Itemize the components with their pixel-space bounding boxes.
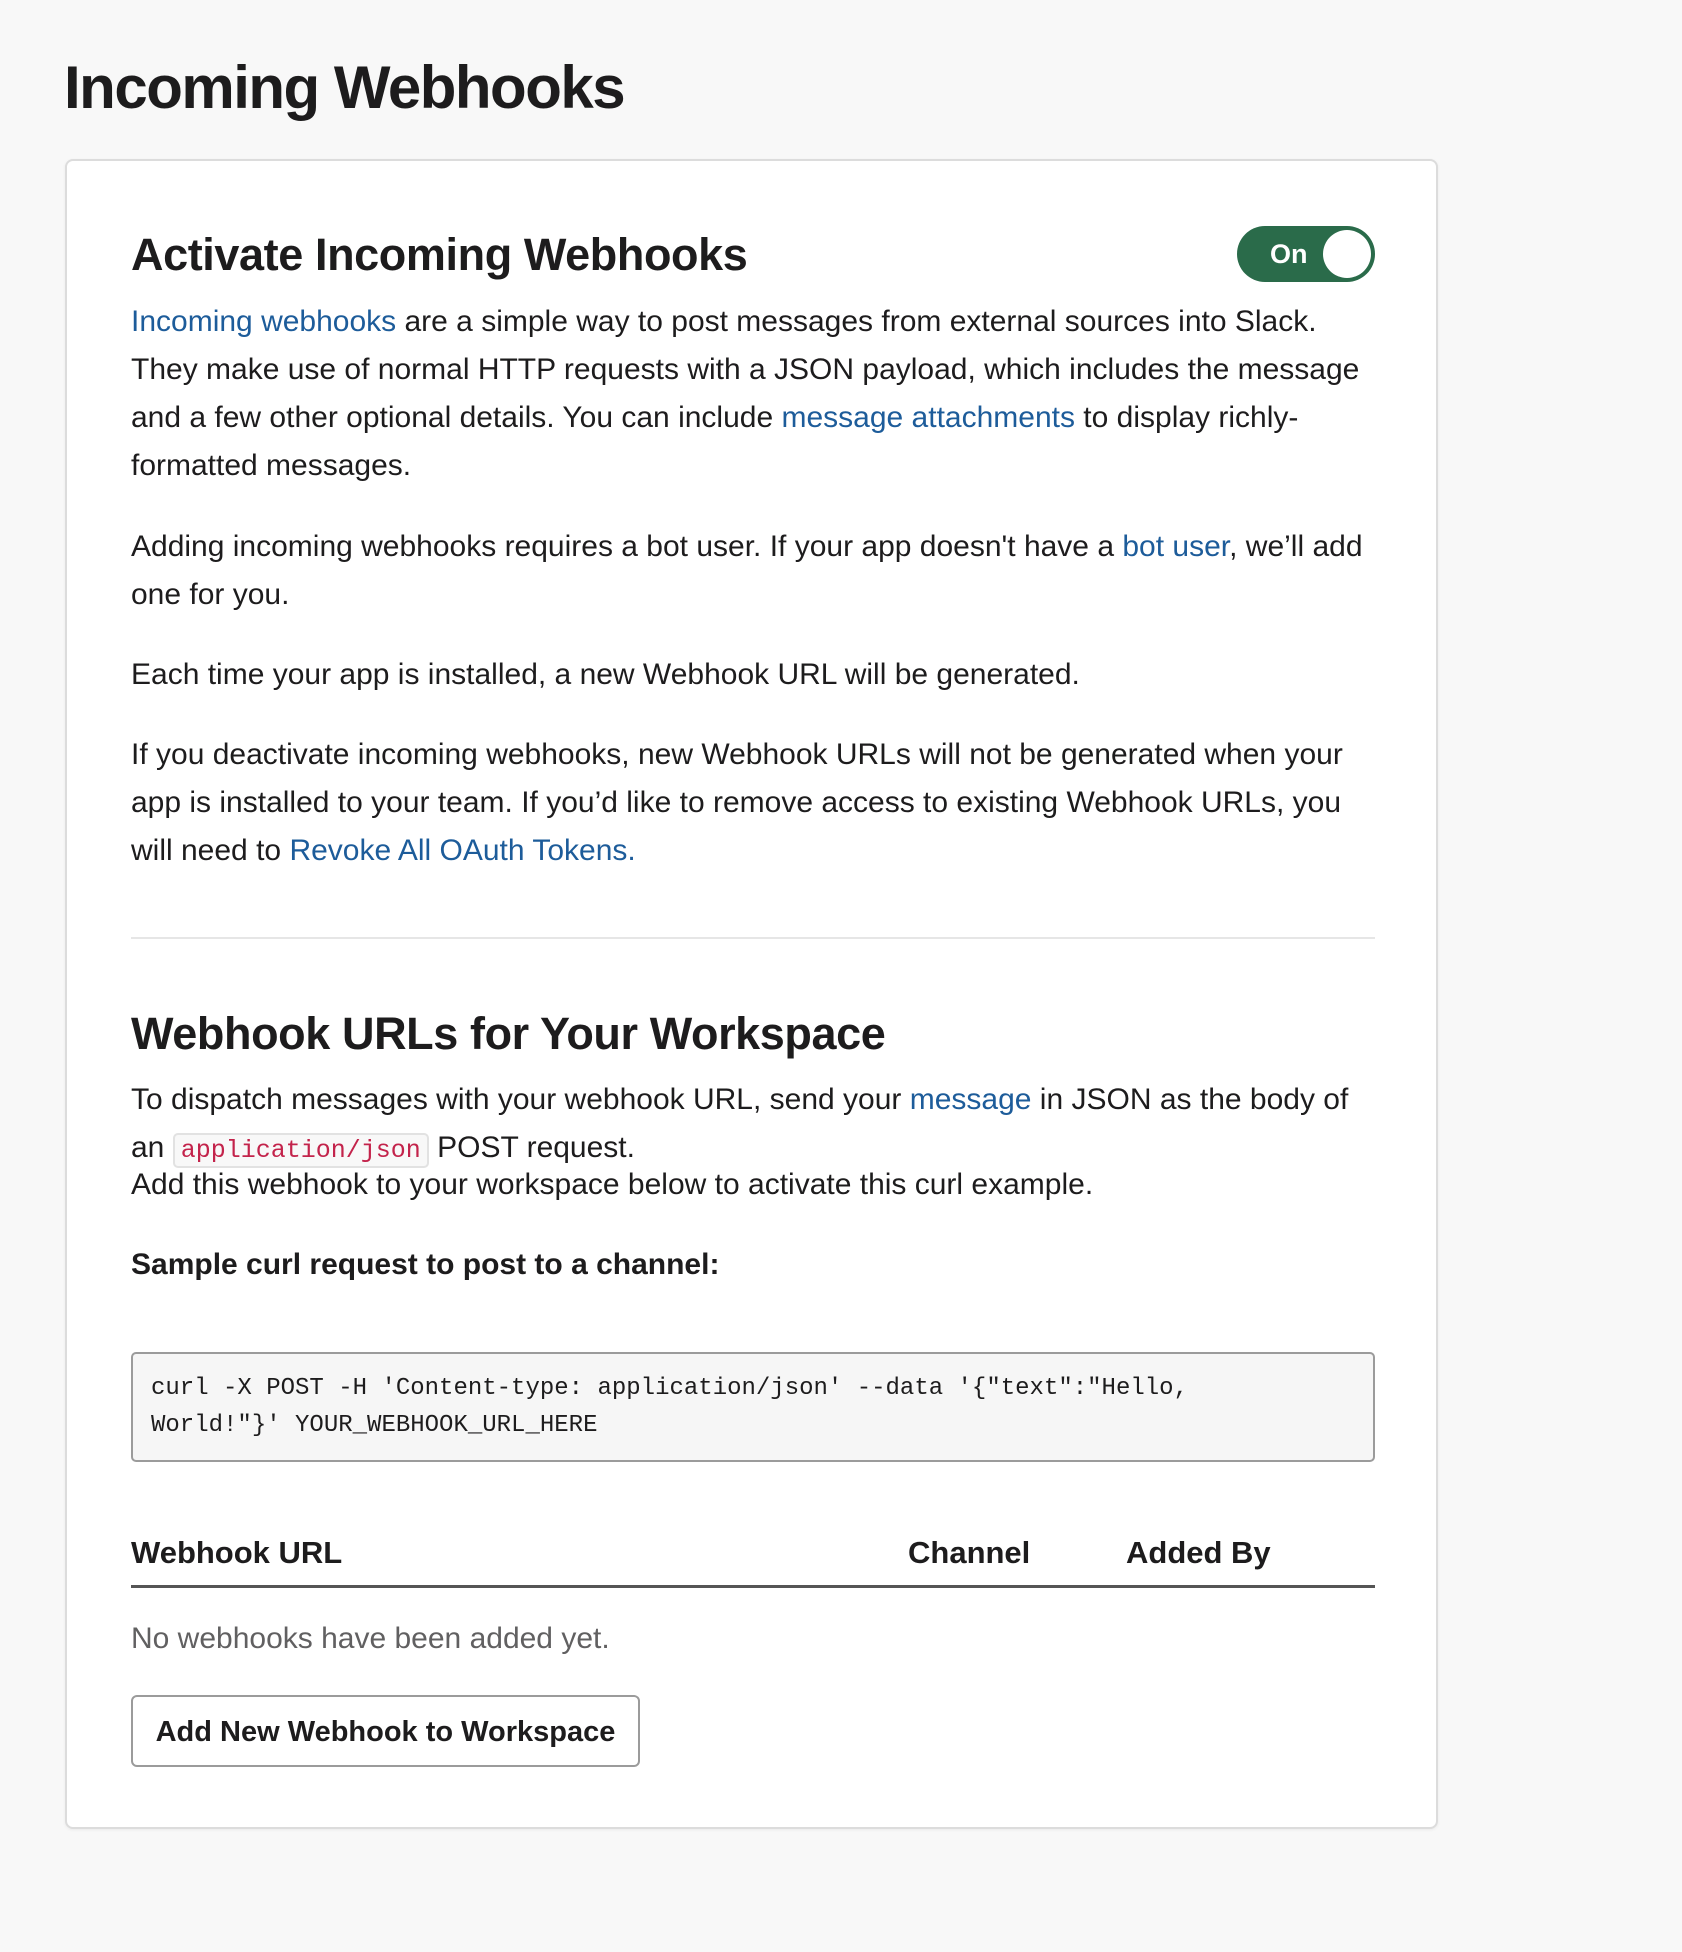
toggle-knob [1323,230,1371,278]
deactivate-note: If you deactivate incoming webhooks, new… [131,731,1375,875]
column-webhook-url: Webhook URL [131,1535,343,1570]
incoming-webhooks-link[interactable]: Incoming webhooks [131,305,396,338]
activate-description: Incoming webhooks are a simple way to po… [131,298,1375,490]
toggle-label: On [1270,239,1308,269]
webhook-urls-heading: Webhook URLs for Your Workspace [131,1008,886,1059]
page-title: Incoming Webhooks [64,54,626,121]
column-channel: Channel [908,1535,1031,1570]
sample-curl-code[interactable]: curl -X POST -H 'Content-type: applicati… [131,1352,1375,1462]
webhooks-table: Webhook URL Channel Added By No webhooks… [131,1521,1375,1655]
activate-heading: Activate Incoming Webhooks [131,229,748,280]
section-divider [131,937,1375,939]
add-webhook-button[interactable]: Add New Webhook to Workspace [131,1695,640,1767]
bot-user-note-text-a: Adding incoming webhooks requires a bot … [131,530,1123,563]
dispatch-text-c: POST request. [428,1131,635,1164]
webhooks-card: Activate Incoming Webhooks On Incoming w… [65,159,1438,1829]
message-link[interactable]: message [910,1083,1032,1116]
table-header: Webhook URL Channel Added By [131,1521,1375,1588]
sample-curl-label: Sample curl request to post to a channel… [131,1248,720,1281]
bot-user-note: Adding incoming webhooks requires a bot … [131,523,1375,619]
bot-user-link[interactable]: bot user [1122,530,1229,563]
column-added-by: Added By [1126,1535,1271,1570]
revoke-tokens-link[interactable]: Revoke All OAuth Tokens. [289,834,635,867]
install-note: Each time your app is installed, a new W… [131,658,1080,691]
curl-activation-note: Add this webhook to your workspace below… [131,1168,1094,1201]
dispatch-text-a: To dispatch messages with your webhook U… [131,1083,910,1116]
empty-table-message: No webhooks have been added yet. [131,1622,610,1655]
activate-webhooks-toggle[interactable]: On [1237,226,1375,282]
message-attachments-link[interactable]: message attachments [781,401,1074,434]
